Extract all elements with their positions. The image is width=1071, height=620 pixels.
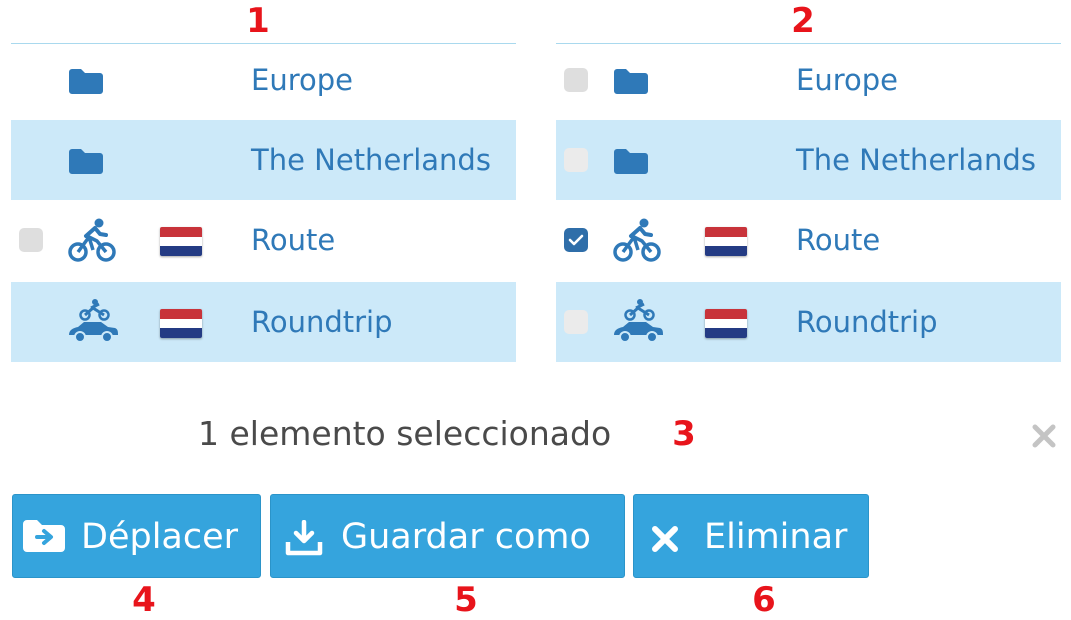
marker-1: 1 [246,1,270,41]
folder-icon [614,68,648,98]
bicycle-icon [67,218,117,268]
list-item-label: The Netherlands [796,143,1036,177]
delete-button-label: Eliminar [704,517,848,557]
bicycle-icon [612,218,662,268]
list-item-label: Route [796,223,881,257]
list-item-route[interactable]: Route [556,200,1061,280]
save-as-button-label: Guardar como [341,517,591,557]
motorbike-car-icon [612,299,664,349]
folder-icon [614,148,648,178]
netherlands-flag-icon [705,309,747,338]
folder-icon [69,68,103,98]
list-item-label: Europe [796,63,898,97]
list-item-label: Europe [251,63,353,97]
route-checkbox-checked[interactable] [564,228,588,252]
folder-icon [69,148,103,178]
close-icon[interactable] [1031,423,1057,453]
list-item-europe[interactable]: Europe [11,40,516,120]
route-checkbox[interactable] [19,228,43,252]
list-item-label: Roundtrip [251,305,393,339]
folder-move-icon [23,520,65,552]
netherlands-flag-icon [705,227,747,256]
marker-4: 4 [132,580,156,620]
netherlands-flag-icon [160,227,202,256]
marker-6: 6 [752,580,776,620]
move-button-label: Déplacer [81,517,239,557]
list-item-route[interactable]: Route [11,200,516,280]
list-item-europe[interactable]: Europe [556,40,1061,120]
move-button[interactable]: Déplacer [12,494,261,578]
marker-5: 5 [454,580,478,620]
save-as-button[interactable]: Guardar como [270,494,625,578]
list-item-label: Route [251,223,336,257]
marker-2: 2 [791,1,815,41]
motorbike-car-icon [67,299,119,349]
list-item-label: Roundtrip [796,305,938,339]
delete-button[interactable]: Eliminar [633,494,869,578]
list-item-the-netherlands[interactable]: The Netherlands [11,120,516,200]
list-item-roundtrip[interactable]: Roundtrip [11,282,516,362]
netherlands-flag-icon [160,309,202,338]
checkmark-icon [568,234,584,246]
europe-checkbox[interactable] [564,68,588,92]
marker-3: 3 [672,414,696,454]
roundtrip-checkbox[interactable] [564,310,588,334]
download-icon [285,520,323,556]
list-item-roundtrip[interactable]: Roundtrip [556,282,1061,362]
close-icon [652,526,678,552]
selection-status: 1 elemento seleccionado [198,414,612,453]
list-item-label: The Netherlands [251,143,491,177]
list-item-the-netherlands[interactable]: The Netherlands [556,120,1061,200]
the-netherlands-checkbox[interactable] [564,148,588,172]
